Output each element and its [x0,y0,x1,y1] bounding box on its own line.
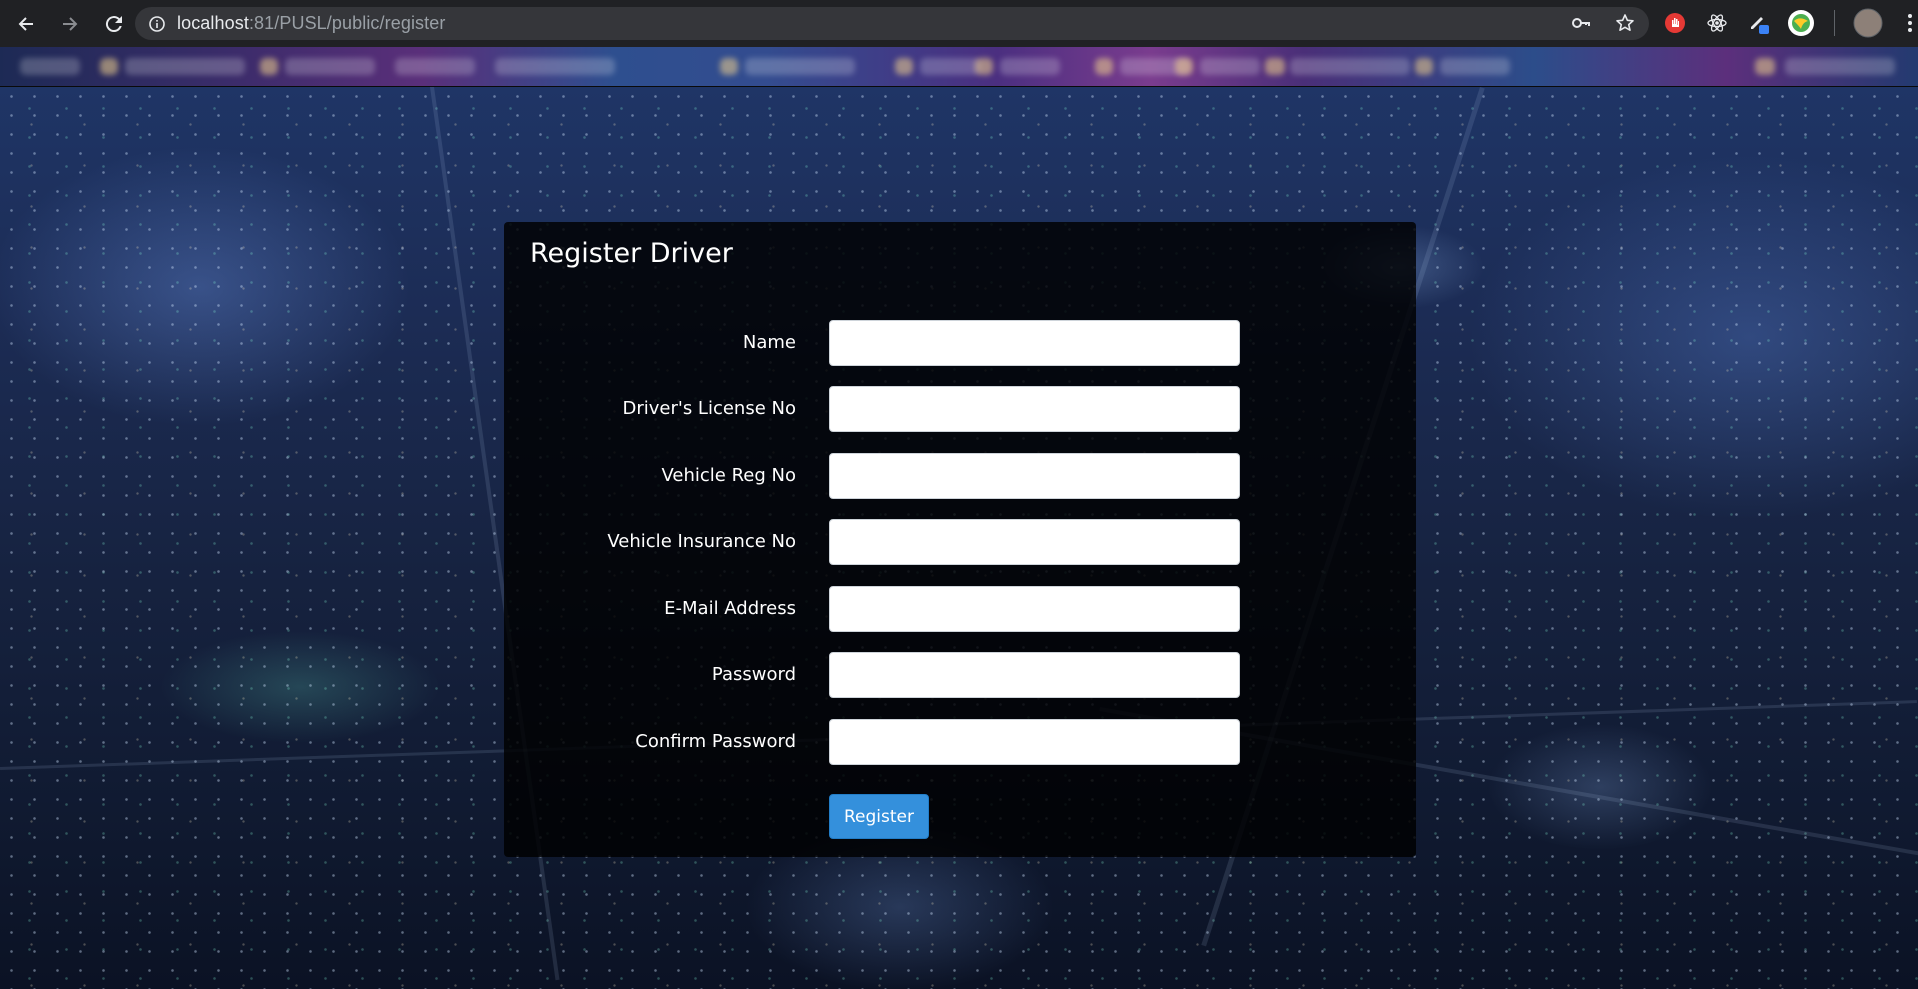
password-label: Password [711,664,796,685]
form-row-name: Name [504,320,1416,366]
bookmarks-bar [0,47,1918,87]
bookmark-item[interactable] [1785,58,1895,75]
bookmark-item[interactable] [100,58,118,75]
bookmark-item[interactable] [1415,58,1433,75]
license-label: Driver's License No [622,398,797,419]
license-input[interactable] [829,386,1240,432]
key-icon[interactable] [1571,13,1591,33]
star-icon[interactable] [1615,13,1635,33]
url-path: :81/PUSL/public/register [248,13,446,33]
globe-extension-icon[interactable] [1786,8,1816,38]
bookmark-item[interactable] [1095,58,1113,75]
bookmark-item[interactable] [1175,58,1193,75]
info-icon[interactable] [149,15,165,32]
form-row-vehicle-reg: Vehicle Reg No [504,453,1416,499]
bookmark-item[interactable] [1000,58,1060,75]
toolbar-divider [1834,10,1835,36]
bookmark-item[interactable] [125,58,245,75]
email-input[interactable] [829,586,1240,632]
browser-toolbar: localhost:81/PUSL/public/register [0,0,1918,47]
vehicle-reg-input[interactable] [829,453,1240,499]
name-input[interactable] [829,320,1240,366]
bookmark-item[interactable] [1200,58,1260,75]
url-text[interactable]: localhost:81/PUSL/public/register [177,13,445,34]
page-background: Register Driver Name Driver's License No… [0,87,1918,989]
pencil-extension-icon[interactable] [1744,8,1774,38]
form-row-license: Driver's License No [504,386,1416,432]
bookmark-item[interactable] [1265,58,1285,75]
bookmark-item[interactable] [285,58,375,75]
vehicle-reg-label: Vehicle Reg No [661,465,797,486]
kebab-menu-icon[interactable] [1895,8,1918,38]
bookmark-item[interactable] [1755,58,1775,75]
bookmark-item[interactable] [895,58,913,75]
register-button[interactable]: Register [829,794,929,839]
bookmark-item[interactable] [720,58,738,75]
bookmark-item[interactable] [1440,58,1510,75]
react-devtools-icon[interactable] [1702,8,1732,38]
reload-icon[interactable] [96,6,132,42]
insurance-input[interactable] [829,519,1240,565]
name-label: Name [742,332,796,353]
bookmark-item[interactable] [745,58,855,75]
avatar[interactable] [1853,8,1883,38]
bookmark-item[interactable] [920,58,980,75]
bookmark-item[interactable] [1290,58,1410,75]
bookmark-item[interactable] [395,58,475,75]
bookmark-item[interactable] [495,58,615,75]
insurance-label: Vehicle Insurance No [607,531,796,552]
email-label: E-Mail Address [664,598,796,619]
forward-icon[interactable] [52,6,88,42]
url-host: localhost [177,13,249,33]
confirm-password-label: Confirm Password [635,731,796,752]
form-row-confirm-password: Confirm Password [504,719,1416,765]
confirm-password-input[interactable] [829,719,1240,765]
form-row-password: Password [504,652,1416,698]
back-icon[interactable] [8,6,44,42]
bookmark-item[interactable] [975,58,993,75]
form-row-insurance: Vehicle Insurance No [504,519,1416,565]
red-hand-extension-icon[interactable] [1660,8,1690,38]
address-bar[interactable]: localhost:81/PUSL/public/register [135,7,1649,40]
password-input[interactable] [829,652,1240,698]
register-card: Register Driver Name Driver's License No… [504,222,1416,857]
bookmark-item[interactable] [20,58,80,75]
form-row-email: E-Mail Address [504,586,1416,632]
card-title: Register Driver [530,238,733,269]
bookmark-item[interactable] [260,58,278,75]
